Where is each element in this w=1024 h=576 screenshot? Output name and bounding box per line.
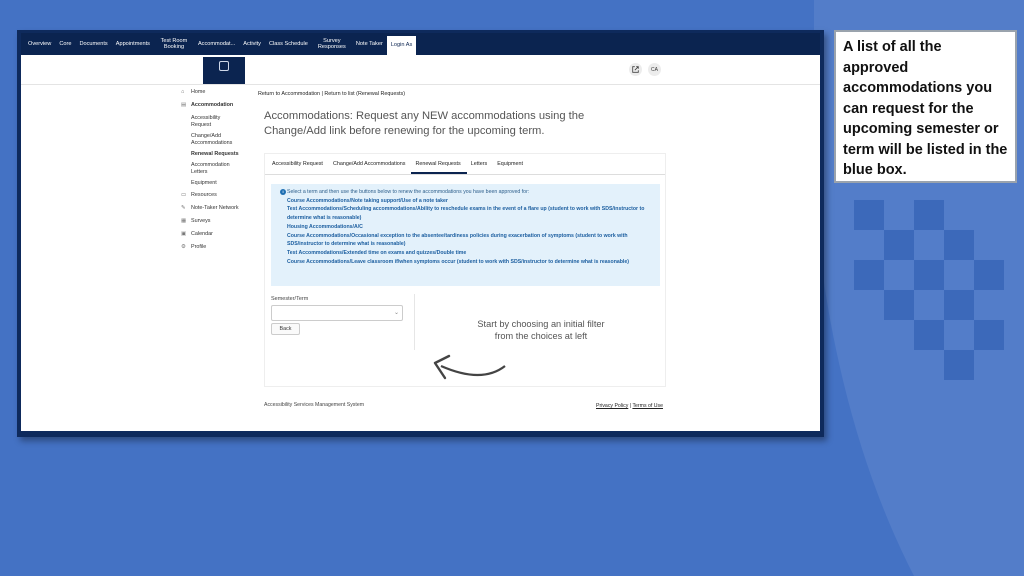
university-logo[interactable] (203, 57, 245, 84)
screenshot-frame: Overview Core Documents Appointments Tes… (17, 30, 824, 437)
callout-text: A list of all the approved accommodation… (843, 39, 1008, 178)
tab-accessibility-request[interactable]: Accessibility Request (268, 154, 329, 174)
callout-note: A list of all the approved accommodation… (834, 30, 1017, 183)
header-bar: CA (21, 55, 820, 85)
accommodation-item: Course Accommodations/Leave classroom if… (287, 258, 629, 265)
empty-state-message: Start by choosing an initial filter from… (477, 319, 605, 341)
nav-test-room-booking[interactable]: Test Room Booking (154, 33, 194, 55)
sidebar-item-profile[interactable]: ⚙ Profile (181, 244, 261, 251)
semester-term-label: Semester/Term (271, 296, 309, 302)
sidebar-item-home[interactable]: ⌂ Home (181, 89, 261, 96)
sidebar-sub-accessibility-request[interactable]: Accessibility Request (191, 115, 231, 128)
sidebar-item-accommodation[interactable]: ▤ Accommodation (181, 102, 261, 109)
notes-icon: ✎ (181, 204, 186, 211)
nav-appointments[interactable]: Appointments (112, 33, 154, 55)
tab-change-add-accommodations[interactable]: Change/Add Accommodations (329, 154, 412, 174)
gear-icon: ⚙ (181, 244, 186, 251)
nav-note-taker[interactable]: Note Taker (352, 33, 387, 55)
chevron-down-icon: ⌄ (393, 310, 399, 316)
user-avatar[interactable]: CA (648, 63, 661, 76)
sidebar-sub-equipment[interactable]: Equipment (191, 180, 261, 186)
breadcrumb[interactable]: Return to Accommodation | Return to list… (258, 91, 405, 97)
accommodation-item: Test Accommodations/Extended time on exa… (287, 249, 467, 256)
term-filter: Semester/Term ⌄ Back (271, 294, 415, 350)
calendar-icon: ▣ (181, 231, 187, 238)
external-link-icon[interactable] (629, 63, 642, 76)
nav-activity[interactable]: Activity (239, 33, 265, 55)
home-icon: ⌂ (181, 89, 185, 95)
sidebar-sub-change-add[interactable]: Change/Add Accommodations (191, 133, 241, 146)
clipboard-icon: ▦ (181, 218, 187, 224)
nav-accommodations[interactable]: Accommodat... (194, 33, 239, 55)
sidebar: ⌂ Home ▤ Accommodation Accessibility Req… (181, 89, 261, 258)
top-navigation: Overview Core Documents Appointments Tes… (21, 33, 820, 55)
sidebar-item-surveys[interactable]: ▦ Surveys (181, 218, 261, 225)
nav-survey-responses[interactable]: Survey Responses (312, 33, 352, 55)
privacy-policy-link[interactable]: Privacy Policy (596, 403, 628, 409)
folder-icon: ▭ (181, 191, 187, 198)
nav-class-schedule[interactable]: Class Schedule (265, 33, 312, 55)
accommodation-item: Housing Accommodations/A/C (287, 223, 363, 230)
accommodation-item: Course Accommodations/Occasional excepti… (287, 232, 628, 248)
page-title: Accommodations: Request any NEW accommod… (264, 110, 585, 137)
nav-documents[interactable]: Documents (75, 33, 111, 55)
nav-overview[interactable]: Overview (24, 33, 55, 55)
nav-core[interactable]: Core (55, 33, 75, 55)
annotation-arrow (433, 354, 506, 380)
sidebar-sub-renewal-requests[interactable]: Renewal Requests (191, 151, 261, 157)
nav-login-as[interactable]: Login As (386, 36, 417, 55)
semester-term-select[interactable]: ⌄ (271, 305, 403, 321)
shield-icon (219, 61, 229, 71)
app-window: Overview Core Documents Appointments Tes… (21, 33, 820, 431)
sidebar-item-resources[interactable]: ▭ Resources (181, 192, 261, 199)
accommodation-item: Test Accommodations/Scheduling accommoda… (287, 206, 645, 222)
info-icon: i (280, 189, 286, 195)
terms-of-use-link[interactable]: Terms of Use (632, 403, 663, 409)
sidebar-item-calendar[interactable]: ▣ Calendar (181, 231, 261, 238)
sidebar-sub-accommodation-letters[interactable]: Accommodation Letters (191, 162, 241, 175)
accommodation-item: Course Accommodations/Note taking suppor… (287, 197, 448, 204)
sidebar-item-note-taker-network[interactable]: ✎ Note-Taker Network (181, 205, 261, 212)
tab-renewal-requests[interactable]: Renewal Requests (411, 154, 467, 174)
tab-letters[interactable]: Letters (467, 154, 493, 174)
list-icon: ▤ (181, 102, 187, 109)
info-lead-text: Select a term and then use the buttons b… (287, 189, 530, 195)
main-panel: Accessibility Request Change/Add Accommo… (264, 153, 666, 387)
back-button[interactable]: Back (271, 323, 300, 335)
approved-accommodations-box: i Select a term and then use the buttons… (271, 184, 660, 286)
footer-system-name: Accessibility Services Management System (264, 402, 365, 408)
footer-links: Privacy Policy | Terms of Use (596, 403, 663, 409)
tab-bar: Accessibility Request Change/Add Accommo… (265, 154, 665, 175)
tab-equipment[interactable]: Equipment (493, 154, 529, 174)
